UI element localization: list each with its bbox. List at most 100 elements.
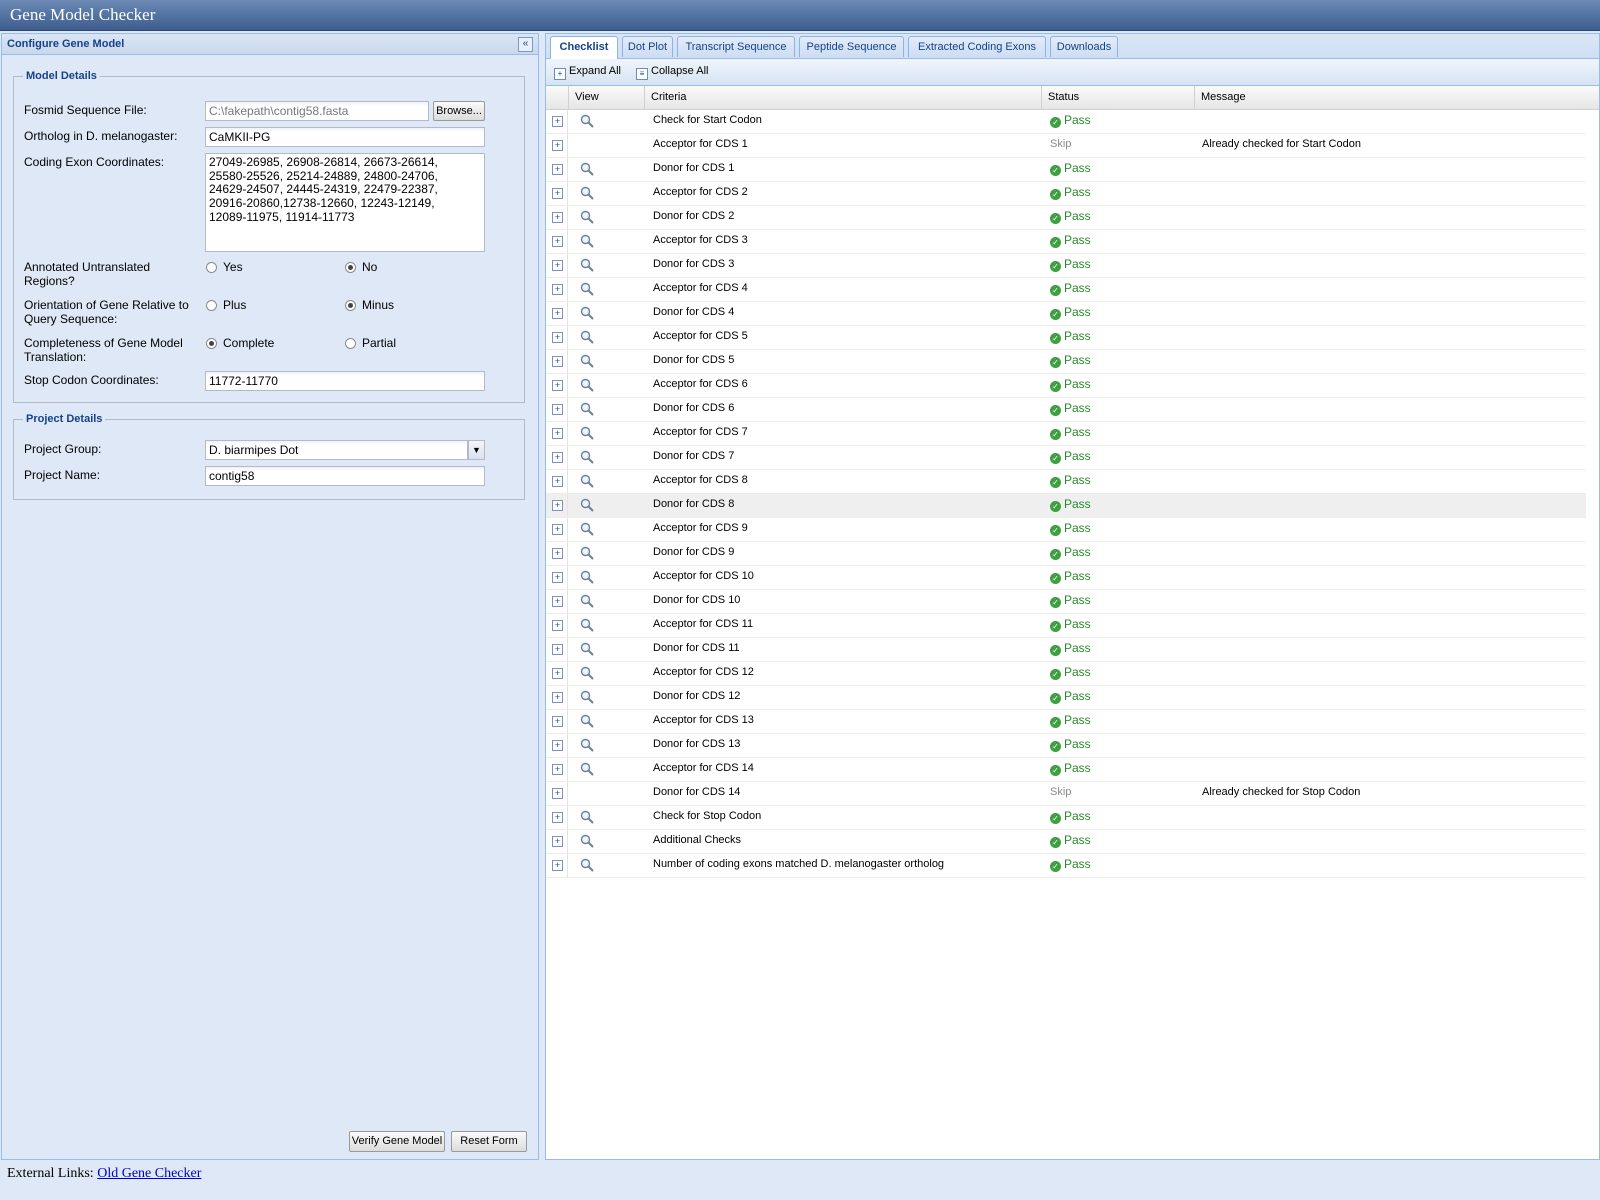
magnifier-icon[interactable] xyxy=(580,714,594,728)
table-row[interactable]: + Donor for CDS 13 ✓ Pass xyxy=(546,734,1586,758)
table-row[interactable]: + Acceptor for CDS 12 ✓ Pass xyxy=(546,662,1586,686)
ortholog-field[interactable]: CaMKII-PG xyxy=(205,127,485,147)
orientation-minus-radio[interactable] xyxy=(345,300,356,311)
column-header-status[interactable]: Status xyxy=(1041,86,1194,109)
expand-row-icon[interactable]: + xyxy=(552,668,563,679)
expand-row-icon[interactable]: + xyxy=(552,548,563,559)
expand-row-icon[interactable]: + xyxy=(552,188,563,199)
table-row[interactable]: + Donor for CDS 14 Skip Already checked for… xyxy=(546,782,1586,806)
magnifier-icon[interactable] xyxy=(580,858,594,872)
magnifier-icon[interactable] xyxy=(580,450,594,464)
expand-row-icon[interactable]: + xyxy=(552,620,563,631)
table-row[interactable]: + Donor for CDS 10 ✓ Pass xyxy=(546,590,1586,614)
expand-row-icon[interactable]: + xyxy=(552,692,563,703)
column-header-message[interactable]: Message xyxy=(1194,86,1589,109)
expand-row-icon[interactable]: + xyxy=(552,140,563,151)
table-row[interactable]: + Acceptor for CDS 11 ✓ Pass xyxy=(546,614,1586,638)
magnifier-icon[interactable] xyxy=(580,666,594,680)
table-row[interactable]: + Donor for CDS 4 ✓ Pass xyxy=(546,302,1586,326)
tab-downloads[interactable]: Downloads xyxy=(1050,36,1118,57)
collapse-panel-icon[interactable]: « xyxy=(518,37,533,52)
magnifier-icon[interactable] xyxy=(580,618,594,632)
magnifier-icon[interactable] xyxy=(580,594,594,608)
expand-all-button[interactable]: + Expand All xyxy=(554,65,621,80)
table-row[interactable]: + Acceptor for CDS 10 ✓ Pass xyxy=(546,566,1586,590)
project-name-field[interactable]: contig58 xyxy=(205,466,485,486)
tab-extracted-coding-exons[interactable]: Extracted Coding Exons xyxy=(908,36,1046,57)
magnifier-icon[interactable] xyxy=(580,210,594,224)
completeness-partial-radio[interactable] xyxy=(345,338,356,349)
magnifier-icon[interactable] xyxy=(580,234,594,248)
expand-row-icon[interactable]: + xyxy=(552,452,563,463)
table-row[interactable]: + Check for Start Codon ✓ Pass xyxy=(546,110,1586,134)
expand-row-icon[interactable]: + xyxy=(552,812,563,823)
expand-row-icon[interactable]: + xyxy=(552,380,563,391)
table-row[interactable]: + Check for Stop Codon ✓ Pass xyxy=(546,806,1586,830)
magnifier-icon[interactable] xyxy=(580,810,594,824)
table-row[interactable]: + Acceptor for CDS 8 ✓ Pass xyxy=(546,470,1586,494)
table-row[interactable]: + Number of coding exons matched D. melan… xyxy=(546,854,1586,878)
magnifier-icon[interactable] xyxy=(580,546,594,560)
expand-row-icon[interactable]: + xyxy=(552,572,563,583)
table-row[interactable]: + Acceptor for CDS 9 ✓ Pass xyxy=(546,518,1586,542)
table-row[interactable]: + Acceptor for CDS 3 ✓ Pass xyxy=(546,230,1586,254)
tab-transcript-sequence[interactable]: Transcript Sequence xyxy=(677,36,795,57)
table-row[interactable]: + Acceptor for CDS 6 ✓ Pass xyxy=(546,374,1586,398)
expand-row-icon[interactable]: + xyxy=(552,788,563,799)
expand-row-icon[interactable]: + xyxy=(552,332,563,343)
verify-gene-model-button[interactable]: Verify Gene Model xyxy=(349,1131,445,1152)
column-header-criteria[interactable]: Criteria xyxy=(644,86,1041,109)
magnifier-icon[interactable] xyxy=(580,378,594,392)
tab-dot-plot[interactable]: Dot Plot xyxy=(622,36,673,57)
magnifier-icon[interactable] xyxy=(580,354,594,368)
expand-row-icon[interactable]: + xyxy=(552,500,563,511)
expand-row-icon[interactable]: + xyxy=(552,212,563,223)
expand-row-icon[interactable]: + xyxy=(552,428,563,439)
table-row[interactable]: + Acceptor for CDS 5 ✓ Pass xyxy=(546,326,1586,350)
stop-codon-field[interactable]: 11772-11770 xyxy=(205,371,485,391)
table-row[interactable]: + Donor for CDS 12 ✓ Pass xyxy=(546,686,1586,710)
reset-form-button[interactable]: Reset Form xyxy=(451,1131,527,1152)
magnifier-icon[interactable] xyxy=(580,330,594,344)
magnifier-icon[interactable] xyxy=(580,642,594,656)
magnifier-icon[interactable] xyxy=(580,162,594,176)
magnifier-icon[interactable] xyxy=(580,282,594,296)
magnifier-icon[interactable] xyxy=(580,522,594,536)
expand-row-icon[interactable]: + xyxy=(552,716,563,727)
tab-peptide-sequence[interactable]: Peptide Sequence xyxy=(799,36,904,57)
table-row[interactable]: + Donor for CDS 1 ✓ Pass xyxy=(546,158,1586,182)
expand-row-icon[interactable]: + xyxy=(552,308,563,319)
magnifier-icon[interactable] xyxy=(580,186,594,200)
table-row[interactable]: + Acceptor for CDS 2 ✓ Pass xyxy=(546,182,1586,206)
column-header-view[interactable]: View xyxy=(568,86,644,109)
table-row[interactable]: + Donor for CDS 9 ✓ Pass xyxy=(546,542,1586,566)
magnifier-icon[interactable] xyxy=(580,762,594,776)
magnifier-icon[interactable] xyxy=(580,114,594,128)
old-gene-checker-link[interactable]: Old Gene Checker xyxy=(97,1166,201,1181)
table-row[interactable]: + Acceptor for CDS 13 ✓ Pass xyxy=(546,710,1586,734)
magnifier-icon[interactable] xyxy=(580,258,594,272)
table-row[interactable]: + Acceptor for CDS 4 ✓ Pass xyxy=(546,278,1586,302)
magnifier-icon[interactable] xyxy=(580,834,594,848)
expand-row-icon[interactable]: + xyxy=(552,404,563,415)
expand-row-icon[interactable]: + xyxy=(552,596,563,607)
chevron-down-icon[interactable]: ▼ xyxy=(468,440,485,460)
magnifier-icon[interactable] xyxy=(580,426,594,440)
table-row[interactable]: + Acceptor for CDS 1 Skip Already checked f… xyxy=(546,134,1586,158)
table-row[interactable]: + Donor for CDS 8 ✓ Pass xyxy=(546,494,1586,518)
utr-no-radio[interactable] xyxy=(345,262,356,273)
expand-row-icon[interactable]: + xyxy=(552,476,563,487)
magnifier-icon[interactable] xyxy=(580,402,594,416)
completeness-complete-radio[interactable] xyxy=(206,338,217,349)
table-row[interactable]: + Acceptor for CDS 7 ✓ Pass xyxy=(546,422,1586,446)
magnifier-icon[interactable] xyxy=(580,498,594,512)
table-row[interactable]: + Donor for CDS 2 ✓ Pass xyxy=(546,206,1586,230)
table-row[interactable]: + Donor for CDS 11 ✓ Pass xyxy=(546,638,1586,662)
magnifier-icon[interactable] xyxy=(580,570,594,584)
table-row[interactable]: + Acceptor for CDS 14 ✓ Pass xyxy=(546,758,1586,782)
fosmid-file-field[interactable]: C:\fakepath\contig58.fasta xyxy=(205,101,429,121)
table-row[interactable]: + Donor for CDS 5 ✓ Pass xyxy=(546,350,1586,374)
utr-yes-radio[interactable] xyxy=(206,262,217,273)
expand-row-icon[interactable]: + xyxy=(552,764,563,775)
expand-row-icon[interactable]: + xyxy=(552,740,563,751)
